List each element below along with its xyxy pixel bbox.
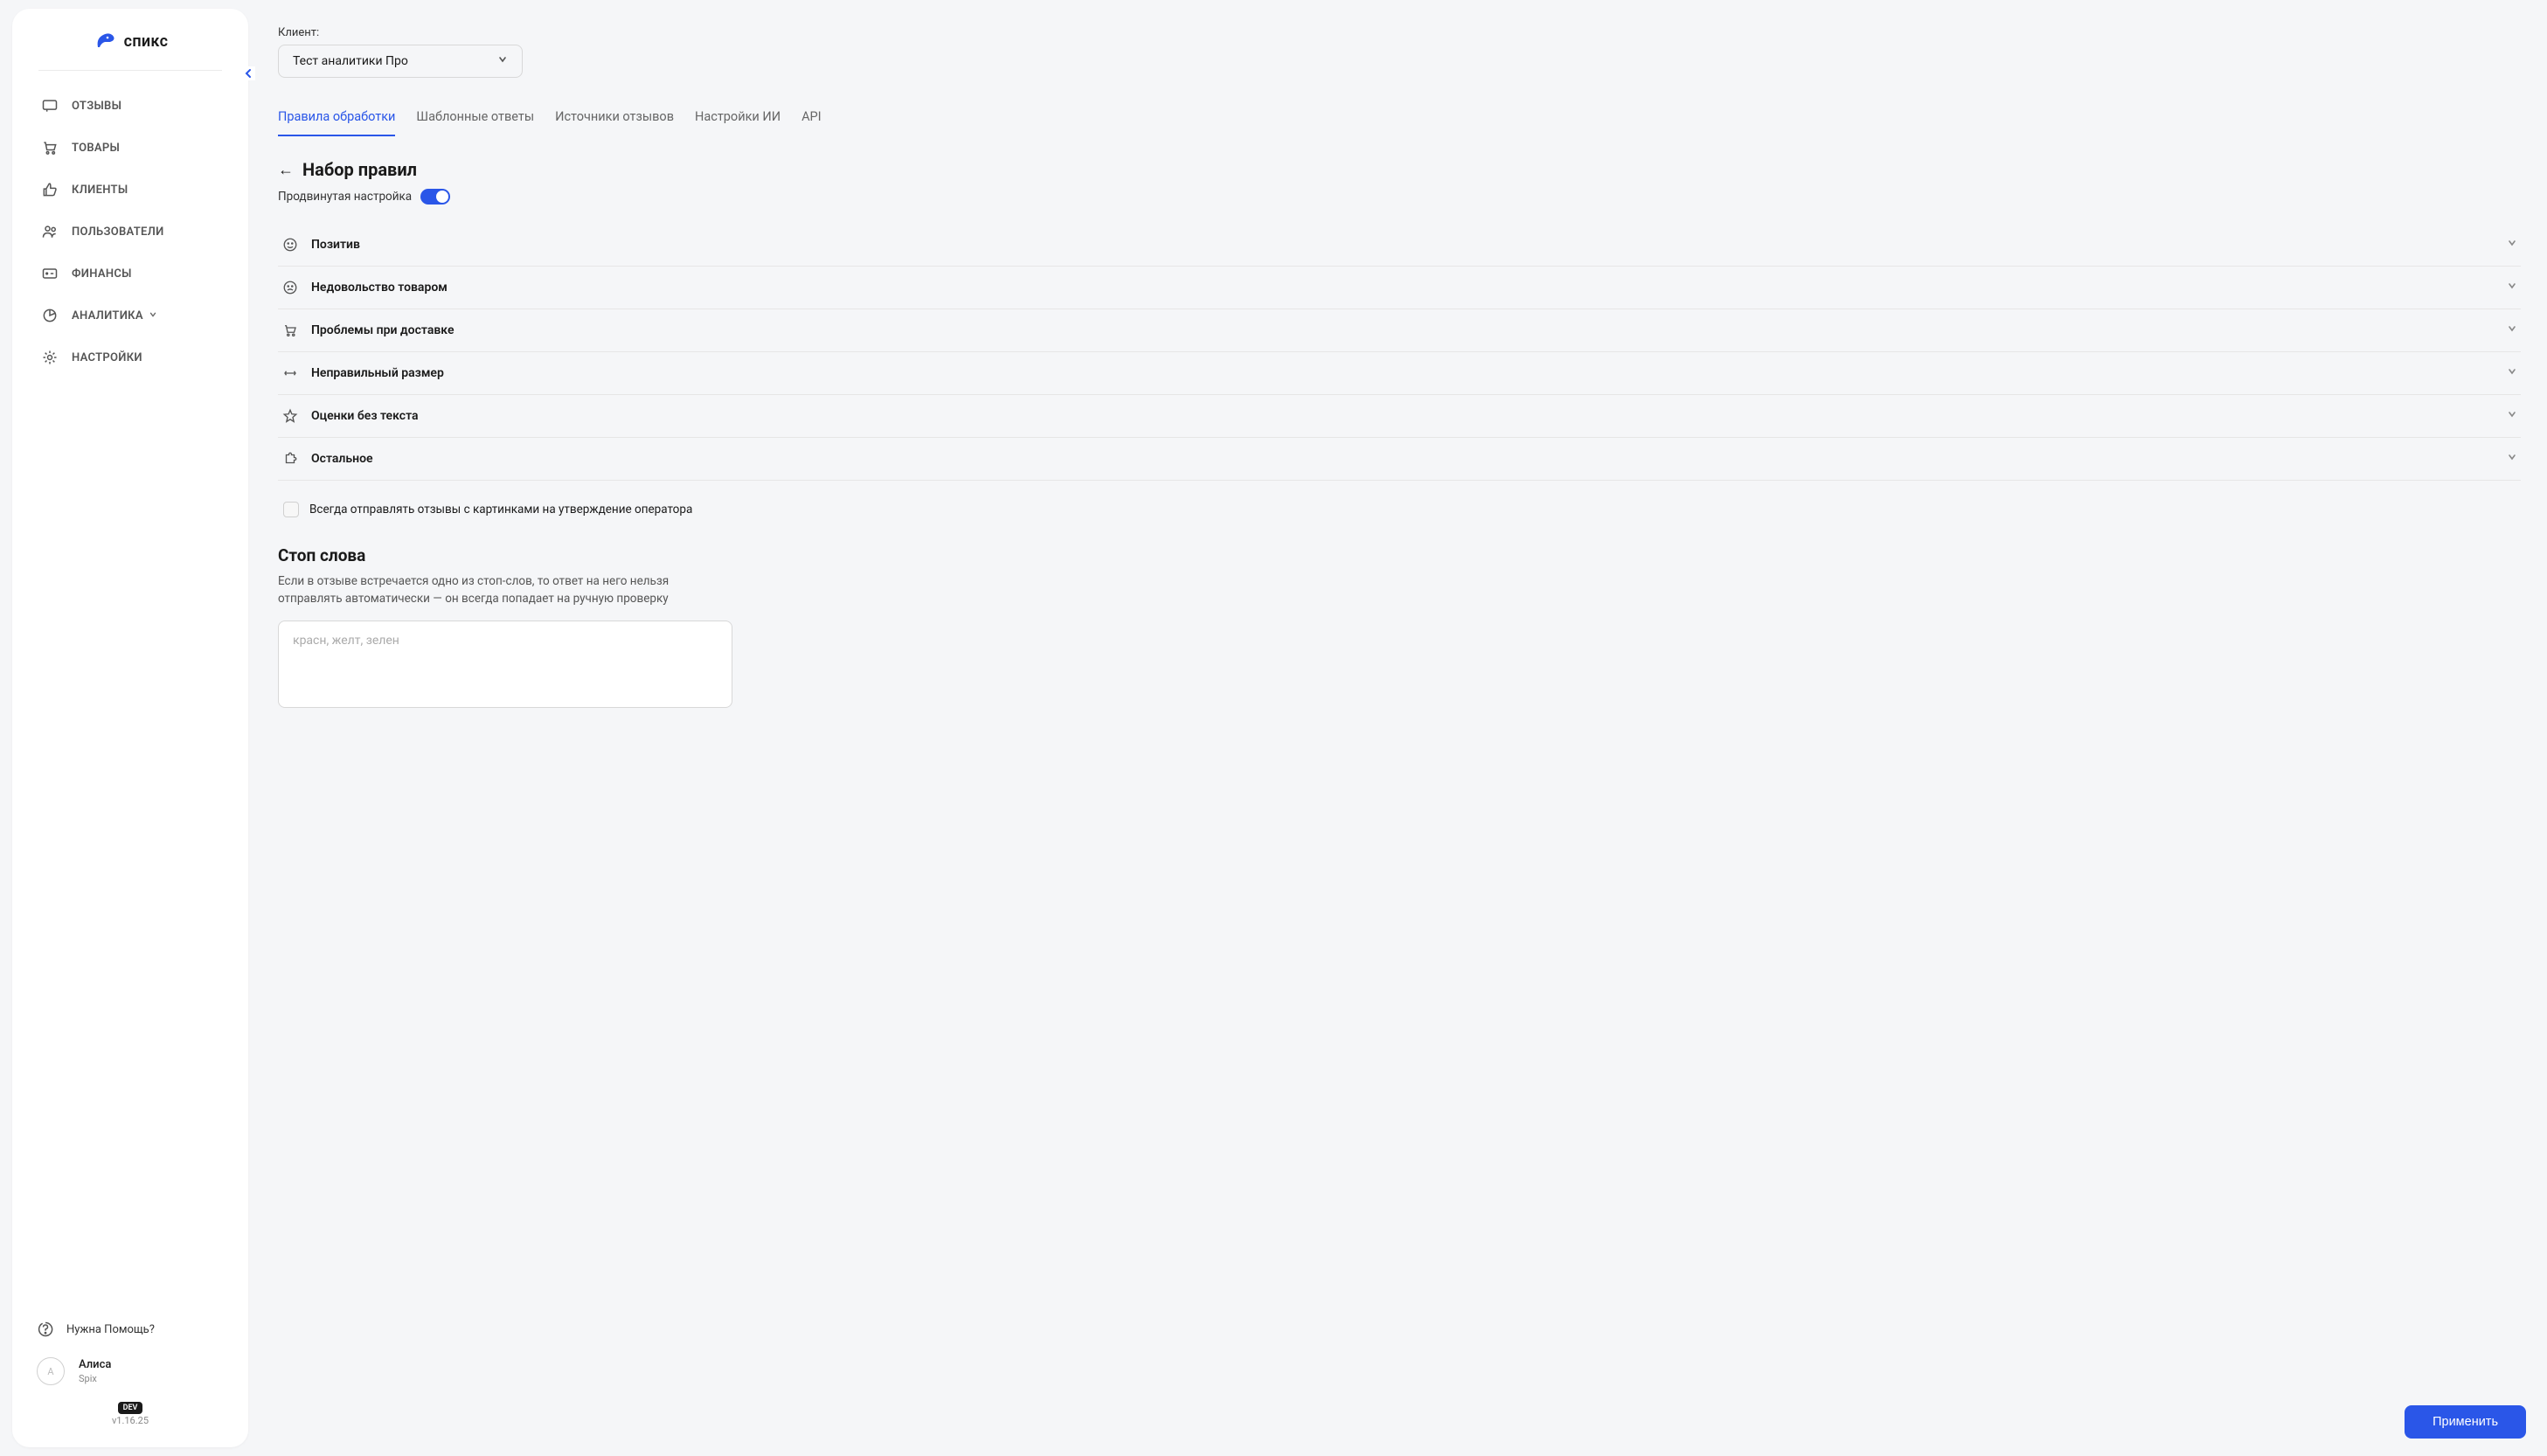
images-approval-checkbox[interactable] bbox=[283, 502, 299, 517]
delivery-icon bbox=[281, 322, 299, 339]
chat-icon bbox=[40, 96, 59, 115]
tab-api[interactable]: API bbox=[802, 102, 822, 136]
card-icon bbox=[40, 264, 59, 283]
users-icon bbox=[40, 222, 59, 241]
sidebar-item-reviews[interactable]: ОТЗЫВЫ bbox=[30, 85, 231, 127]
sidebar-item-finance[interactable]: ФИНАНСЫ bbox=[30, 253, 231, 295]
sidebar-item-settings[interactable]: НАСТРОЙКИ bbox=[30, 336, 231, 378]
rule-title: Оценки без текста bbox=[311, 409, 2507, 423]
rule-title: Остальное bbox=[311, 452, 2507, 466]
chevron-down-icon bbox=[2507, 281, 2517, 295]
rule-row-ratings-no-text[interactable]: Оценки без текста bbox=[278, 395, 2521, 438]
size-icon bbox=[281, 364, 299, 382]
rule-title: Недовольство товаром bbox=[311, 281, 2507, 295]
smile-icon bbox=[281, 236, 299, 253]
puzzle-icon bbox=[281, 450, 299, 468]
sidebar-item-label: ОТЗЫВЫ bbox=[72, 100, 121, 113]
annotation-arrow-1 bbox=[252, 433, 256, 468]
images-approval-label: Всегда отправлять отзывы с картинками на… bbox=[309, 503, 692, 517]
rule-title: Проблемы при доставке bbox=[311, 323, 2507, 337]
sidebar: спикс ОТЗЫВЫ ТОВАРЫ КЛИЕНТЫ ПОЛЬ bbox=[12, 9, 248, 1447]
gear-icon bbox=[40, 348, 59, 367]
thumb-icon bbox=[40, 180, 59, 199]
main-content: Клиент: Тест аналитики Про Правила обраб… bbox=[252, 0, 2547, 1456]
sidebar-item-analytics[interactable]: АНАЛИТИКА bbox=[30, 295, 231, 336]
star-icon bbox=[281, 407, 299, 425]
apply-button[interactable]: Применить bbox=[2405, 1405, 2526, 1439]
chevron-down-icon bbox=[2507, 366, 2517, 380]
tab-template-answers[interactable]: Шаблонные ответы bbox=[416, 102, 534, 136]
sidebar-item-clients[interactable]: КЛИЕНТЫ bbox=[30, 169, 231, 211]
help-link[interactable]: Нужна Помощь? bbox=[37, 1310, 224, 1354]
client-select-label: Клиент: bbox=[278, 26, 2521, 39]
rule-title: Неправильный размер bbox=[311, 366, 2507, 380]
stop-words-input[interactable] bbox=[278, 621, 732, 708]
chevron-down-icon bbox=[2507, 238, 2517, 252]
brand-logo[interactable]: спикс bbox=[38, 30, 222, 71]
advanced-toggle-label: Продвинутая настройка bbox=[278, 190, 412, 204]
client-select[interactable]: Тест аналитики Про bbox=[278, 45, 523, 78]
stop-words-help-text: Если в отзыве встречается одно из стоп-с… bbox=[278, 572, 732, 608]
tab-review-sources[interactable]: Источники отзывов bbox=[555, 102, 674, 136]
sidebar-item-label: КЛИЕНТЫ bbox=[72, 184, 128, 197]
chevron-down-icon bbox=[2507, 409, 2517, 423]
user-name: Алиса bbox=[79, 1358, 111, 1371]
cart-icon bbox=[40, 138, 59, 157]
pie-chart-icon bbox=[40, 306, 59, 325]
tab-ai-settings[interactable]: Настройки ИИ bbox=[695, 102, 781, 136]
sidebar-item-label: АНАЛИТИКА bbox=[72, 309, 143, 322]
help-label: Нужна Помощь? bbox=[66, 1323, 155, 1336]
advanced-toggle[interactable] bbox=[420, 189, 450, 205]
annotation-arrow-2 bbox=[252, 518, 255, 544]
chevron-down-icon bbox=[2507, 452, 2517, 466]
brand-name: спикс bbox=[124, 32, 169, 51]
annotation-overlay: 1 2 bbox=[252, 0, 2547, 1456]
dev-badge: DEV bbox=[118, 1402, 143, 1414]
tabs: Правила обработки Шаблонные ответы Источ… bbox=[278, 102, 2521, 136]
sidebar-item-users[interactable]: ПОЛЬЗОВАТЕЛИ bbox=[30, 211, 231, 253]
rule-row-other[interactable]: Остальное bbox=[278, 438, 2521, 481]
sidebar-item-label: ТОВАРЫ bbox=[72, 142, 120, 155]
sidebar-item-label: ФИНАНСЫ bbox=[72, 267, 132, 281]
client-select-value: Тест аналитики Про bbox=[293, 54, 408, 68]
rule-row-dissatisfaction[interactable]: Недовольство товаром bbox=[278, 267, 2521, 309]
version-info: DEV v1.16.25 bbox=[37, 1399, 224, 1426]
rule-row-positive[interactable]: Позитив bbox=[278, 224, 2521, 267]
user-profile[interactable]: А Алиса Spix bbox=[37, 1354, 224, 1392]
rules-list: Позитив Недовольство товаром Проблемы пр… bbox=[278, 224, 2521, 481]
stop-words-heading: Стоп слова bbox=[278, 545, 2521, 565]
rule-row-wrong-size[interactable]: Неправильный размер bbox=[278, 352, 2521, 395]
sidebar-footer: Нужна Помощь? А Алиса Spix DEV v1.16.25 bbox=[12, 1310, 248, 1426]
sidebar-item-products[interactable]: ТОВАРЫ bbox=[30, 127, 231, 169]
avatar: А bbox=[37, 1357, 65, 1385]
chevron-down-icon bbox=[497, 54, 508, 68]
page-title: Набор правил bbox=[302, 159, 417, 180]
rule-row-delivery-issues[interactable]: Проблемы при доставке bbox=[278, 309, 2521, 352]
parrot-logo-icon bbox=[93, 30, 117, 52]
rule-title: Позитив bbox=[311, 238, 2507, 252]
tab-processing-rules[interactable]: Правила обработки bbox=[278, 102, 395, 136]
version-text: v1.16.25 bbox=[37, 1415, 224, 1426]
sidebar-item-label: ПОЛЬЗОВАТЕЛИ bbox=[72, 225, 164, 239]
help-icon bbox=[37, 1321, 54, 1338]
images-approval-row: Всегда отправлять отзывы с картинками на… bbox=[278, 498, 2521, 521]
user-subtitle: Spix bbox=[79, 1373, 111, 1384]
back-button[interactable]: ← bbox=[278, 161, 294, 179]
chevron-down-icon bbox=[149, 310, 157, 322]
sidebar-nav: ОТЗЫВЫ ТОВАРЫ КЛИЕНТЫ ПОЛЬЗОВАТЕЛИ ФИНАН… bbox=[12, 85, 248, 1310]
sad-icon bbox=[281, 279, 299, 296]
chevron-down-icon bbox=[2507, 323, 2517, 337]
sidebar-item-label: НАСТРОЙКИ bbox=[72, 351, 142, 364]
